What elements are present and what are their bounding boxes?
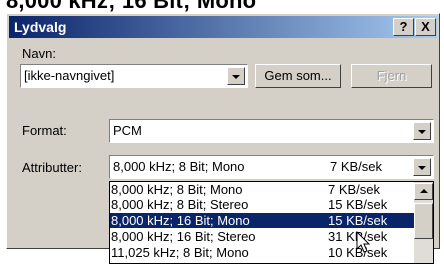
attributes-dropdown-button[interactable] — [413, 158, 431, 176]
remove-button[interactable]: Fjern — [351, 64, 432, 88]
help-button[interactable]: ? — [393, 18, 414, 36]
list-item[interactable]: 8,000 kHz; 8 Bit; Mono 7 KB/sek — [110, 182, 415, 197]
cropped-caption: 8,000 kHz; 16 Bit; Mono — [6, 0, 257, 13]
attributes-selected-rate: 7 KB/sek — [330, 159, 383, 174]
attributes-label: Attributter: — [22, 160, 82, 175]
scroll-thumb[interactable] — [414, 203, 433, 239]
attributes-dropdown-list[interactable]: 8,000 kHz; 8 Bit; Mono 7 KB/sek 8,000 kH… — [109, 181, 434, 264]
name-dropdown-button[interactable] — [227, 67, 245, 85]
mouse-cursor-icon — [356, 231, 371, 253]
scroll-up-button[interactable] — [414, 183, 433, 200]
format-dropdown-button[interactable] — [413, 122, 431, 140]
save-as-button[interactable]: Gem som... — [255, 64, 341, 88]
attributes-combobox[interactable]: 8,000 kHz; 8 Bit; Mono 7 KB/sek — [109, 155, 434, 179]
name-value: [ikke-navngivet] — [24, 68, 115, 83]
format-value: PCM — [113, 123, 142, 138]
chevron-down-icon — [232, 75, 240, 79]
name-label: Navn: — [22, 46, 56, 61]
name-combobox[interactable]: [ikke-navngivet] — [20, 64, 248, 88]
list-scrollbar[interactable] — [414, 182, 433, 263]
list-item[interactable]: 8,000 kHz; 8 Bit; Stereo 15 KB/sek — [110, 197, 415, 212]
title-bar[interactable] — [9, 16, 437, 38]
attributes-selected-format: 8,000 kHz; 8 Bit; Mono — [113, 159, 245, 174]
list-item-selected[interactable]: 8,000 kHz; 16 Bit; Mono 15 KB/sek — [110, 213, 415, 228]
dialog-title: Lydvalg — [14, 19, 67, 35]
format-combobox[interactable]: PCM — [109, 119, 434, 143]
chevron-up-icon — [420, 189, 428, 193]
chevron-down-icon — [418, 130, 426, 134]
close-button[interactable]: X — [415, 18, 436, 36]
format-label: Format: — [22, 123, 67, 138]
chevron-down-icon — [418, 166, 426, 170]
